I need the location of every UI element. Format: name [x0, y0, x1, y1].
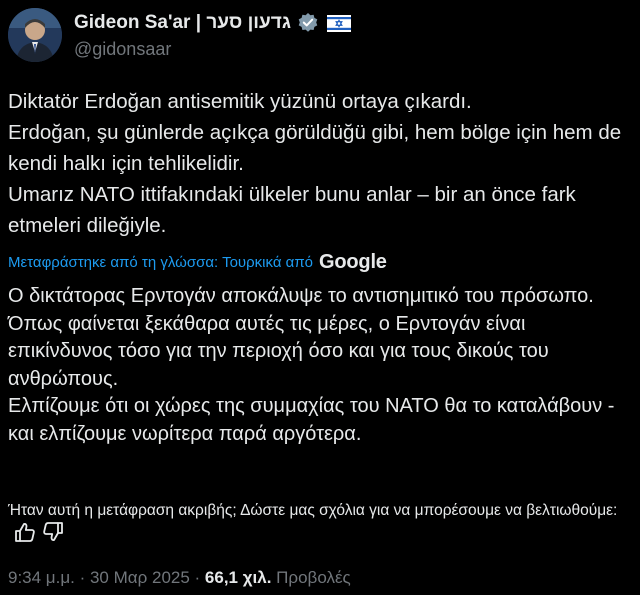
tweet-date[interactable]: 30 Μαρ 2025	[90, 568, 190, 587]
meta-separator: ·	[189, 568, 205, 587]
translated-text: Ο δικτάτορας Ερντογάν αποκάλυψε το αντισ…	[8, 283, 632, 448]
tweet-text-line: Diktatör Erdoğan antisemitik yüzünü orta…	[8, 90, 472, 113]
translation-attribution: Μεταφράστηκε από τη γλώσσα: Τουρκικά από…	[8, 250, 387, 274]
avatar[interactable]	[8, 8, 62, 62]
meta-separator: ·	[74, 568, 90, 587]
views-label: Προβολές	[271, 568, 351, 587]
thumbs-up-icon[interactable]	[14, 522, 36, 542]
thumbs-down-icon[interactable]	[42, 522, 64, 542]
author-display-name[interactable]: Gideon Sa'ar | גדעון סער	[74, 12, 291, 34]
translated-text-line: Ελπίζουμε ότι οι χώρες της συμμαχίας του…	[8, 395, 615, 445]
tweet-text-line: Umarız NATO ittifakındaki ülkeler bunu a…	[8, 183, 576, 237]
tweet-meta: 9:34 μ.μ. · 30 Μαρ 2025 · 66,1 χιλ. Προβ…	[8, 568, 351, 588]
avatar-image	[8, 8, 62, 62]
views-count: 66,1 χιλ.	[204, 568, 272, 587]
translation-feedback: Ήταν αυτή η μετάφραση ακριβής; Δώστε μας…	[8, 499, 632, 545]
translated-from-link[interactable]: Μεταφράστηκε από τη γλώσσα: Τουρκικά από	[8, 254, 313, 271]
tweet-time[interactable]: 9:34 μ.μ.	[8, 568, 75, 587]
verified-badge-icon[interactable]	[297, 12, 319, 34]
translated-text-line: Ο δικτάτορας Ερντογάν αποκάλυψε το αντισ…	[8, 285, 594, 307]
translated-text-line: Όπως φαίνεται ξεκάθαρα αυτές τις μέρες, …	[8, 312, 549, 390]
tweet-text: Diktatör Erdoğan antisemitik yüzünü orta…	[8, 86, 632, 241]
israel-flag-icon	[326, 14, 351, 32]
author-handle[interactable]: @gidonsaar	[74, 39, 351, 60]
tweet-header: Gideon Sa'ar | גדעון סער @gidonsaar	[8, 8, 351, 64]
tweet: Gideon Sa'ar | גדעון סער @gidonsaar Dikt…	[0, 0, 640, 595]
google-logo: Google	[319, 250, 387, 273]
feedback-prompt: Ήταν αυτή η μετάφραση ακριβής; Δώστε μας…	[8, 502, 618, 519]
tweet-text-line: Erdoğan, şu günlerde açıkça görüldüğü gi…	[8, 121, 622, 175]
